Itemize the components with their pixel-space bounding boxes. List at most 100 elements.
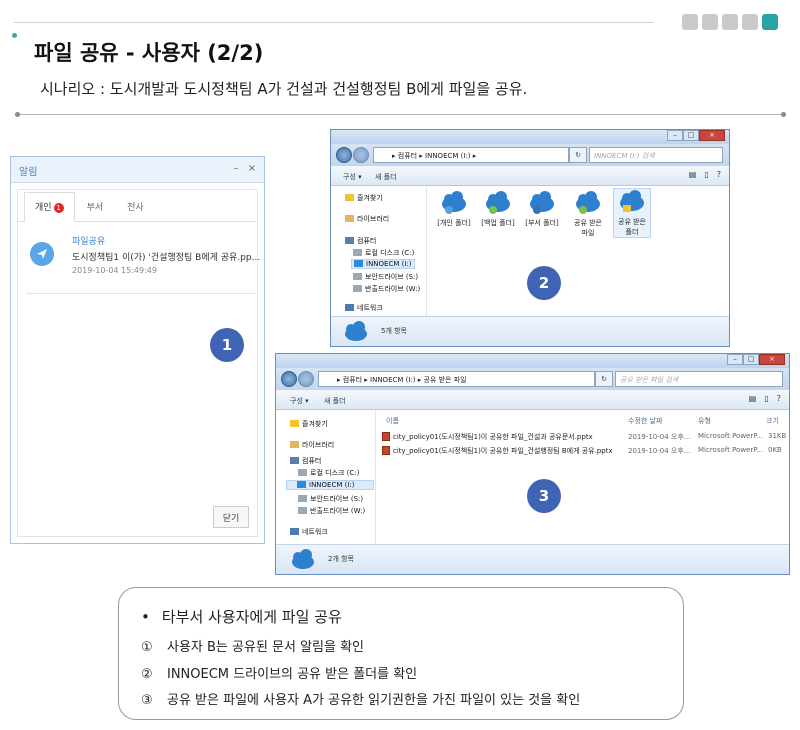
- navigation-pane: 즐겨찾기 라이브러리 컴퓨터 로컬 디스크 (C:) INNOECM (I:) …: [331, 186, 427, 316]
- nav-favorites[interactable]: 즐겨찾기: [345, 193, 383, 203]
- minimize-button[interactable]: –: [234, 163, 239, 174]
- computer-icon: [290, 457, 299, 464]
- divider-dot: [781, 112, 786, 117]
- nav-local-disk[interactable]: 로컬 디스크 (C:): [353, 248, 414, 258]
- nav-favorites[interactable]: 즐겨찾기: [290, 419, 328, 429]
- cloud-folder-icon: [484, 190, 512, 216]
- summary-box: • 타부서 사용자에게 파일 공유 ① 사용자 B는 공유된 문서 알림을 확인 ②…: [118, 587, 684, 720]
- organize-button[interactable]: 구성 ▾: [290, 396, 309, 406]
- window-titlebar: – □ ×: [276, 354, 789, 368]
- disk-icon: [298, 495, 307, 502]
- window-close-button[interactable]: ×: [699, 130, 725, 141]
- column-header-name[interactable]: 이름: [386, 416, 399, 426]
- network-icon: [345, 304, 354, 311]
- status-bar: 5개 항목: [331, 316, 729, 346]
- cloud-drive-icon: [297, 481, 306, 488]
- cloud-folder-icon: [618, 189, 646, 215]
- new-folder-button[interactable]: 새 폴더: [375, 172, 397, 182]
- new-folder-button[interactable]: 새 폴더: [324, 396, 346, 406]
- summary-heading: • 타부서 사용자에게 파일 공유: [141, 608, 342, 626]
- page-title: 파일 공유 - 사용자 (2/2): [34, 41, 264, 65]
- column-header-modified[interactable]: 수정한 날짜: [628, 416, 662, 426]
- star-icon: [290, 420, 299, 427]
- progress-dot: [742, 14, 758, 30]
- nav-libraries[interactable]: 라이브러리: [345, 214, 389, 224]
- address-bar-row: ▸ 컴퓨터 ▸ INNOECM (I:) ▸ ↻ INNOECM (I:) 검색: [331, 144, 729, 166]
- header-rule: [14, 22, 654, 23]
- tab-department[interactable]: 부서: [75, 200, 116, 221]
- tab-company[interactable]: 전사: [115, 200, 156, 221]
- summary-step-2: ② INNOECM 드라이브의 공유 받은 폴더를 확인: [141, 667, 418, 682]
- window-minimize-button[interactable]: –: [727, 354, 743, 365]
- file-row[interactable]: city_policy01(도시정책팀1)이 공유한 파일_건설행정팀 B에게 …: [382, 446, 786, 456]
- divider-dot: [15, 112, 20, 117]
- view-icon[interactable]: ▤: [749, 394, 757, 403]
- back-button[interactable]: [336, 147, 352, 163]
- preview-pane-icon[interactable]: ▯: [704, 170, 708, 179]
- library-icon: [345, 215, 354, 222]
- navigation-pane: 즐겨찾기 라이브러리 컴퓨터 로컬 디스크 (C:) INNOECM (I:) …: [276, 410, 376, 544]
- help-icon[interactable]: ?: [777, 394, 781, 403]
- file-row[interactable]: city_policy01(도시정책팀1)이 공유한 파일_건설과 공유문서.p…: [382, 432, 786, 442]
- nav-network[interactable]: 네트워크: [345, 303, 383, 313]
- folder-personal[interactable]: [개인 폴더]: [435, 190, 473, 228]
- folder-department[interactable]: [부서 폴더]: [523, 190, 561, 228]
- summary-step-3: ③ 공유 받은 파일에 사용자 A가 공유한 읽기권한을 가진 파일이 있는 것을…: [141, 693, 581, 708]
- nav-secure-drive[interactable]: 보안드라이브 (S:): [298, 494, 363, 504]
- network-icon: [290, 528, 299, 535]
- folder-backup[interactable]: [백업 폴더]: [479, 190, 517, 228]
- nav-secure-drive[interactable]: 보안드라이브 (S:): [353, 272, 418, 282]
- nav-computer[interactable]: 컴퓨터: [345, 236, 376, 246]
- notification-item[interactable]: 파일공유 도시정책팀1 이(가) '건설행정팀 B에게 공유.pp... 201…: [26, 234, 260, 294]
- nav-export-drive[interactable]: 반출드라이브 (W:): [353, 284, 420, 294]
- nav-computer[interactable]: 컴퓨터: [290, 456, 321, 466]
- explorer-window-innoecm: – □ × ▸ 컴퓨터 ▸ INNOECM (I:) ▸ ↻ INNOECM (…: [330, 129, 730, 347]
- close-button[interactable]: 닫기: [213, 506, 249, 528]
- cloud-folder-icon: [574, 190, 602, 216]
- window-close-button[interactable]: ×: [759, 354, 785, 365]
- nav-innoecm[interactable]: INNOECM (I:): [351, 259, 415, 269]
- help-icon[interactable]: ?: [717, 170, 721, 179]
- forward-button[interactable]: [298, 371, 314, 387]
- pptx-file-icon: [382, 432, 390, 441]
- step-marker-1: 1: [210, 328, 244, 362]
- nav-local-disk[interactable]: 로컬 디스크 (C:): [298, 468, 359, 478]
- disk-icon: [298, 469, 307, 476]
- nav-libraries[interactable]: 라이브러리: [290, 440, 334, 450]
- folder-shared-files[interactable]: 공유 받은 파일: [569, 190, 607, 238]
- section-divider: [18, 114, 784, 115]
- progress-dot: [682, 14, 698, 30]
- nav-export-drive[interactable]: 반출드라이브 (W:): [298, 506, 365, 516]
- explorer-window-shared-files: – □ × ▸ 컴퓨터 ▸ INNOECM (I:) ▸ 공유 받은 파일 ↻ …: [275, 353, 790, 575]
- refresh-icon[interactable]: ↻: [595, 371, 613, 387]
- notification-message: 도시정책팀1 이(가) '건설행정팀 B에게 공유.pp...: [72, 253, 261, 263]
- tab-personal[interactable]: 개인 1: [24, 192, 75, 222]
- address-field[interactable]: ▸ 컴퓨터 ▸ INNOECM (I:) ▸ 공유 받은 파일: [318, 371, 595, 387]
- progress-dot-active: [762, 14, 778, 30]
- nav-network[interactable]: 네트워크: [290, 527, 328, 537]
- close-icon[interactable]: ×: [248, 163, 256, 174]
- step-marker-3: 3: [527, 479, 561, 513]
- preview-pane-icon[interactable]: ▯: [764, 394, 768, 403]
- folder-shared-folders[interactable]: 공유 받은 폴더: [613, 188, 651, 238]
- back-button[interactable]: [281, 371, 297, 387]
- window-maximize-button[interactable]: □: [743, 354, 759, 365]
- cloud-folder-icon: [528, 190, 556, 216]
- window-maximize-button[interactable]: □: [683, 130, 699, 141]
- search-input[interactable]: INNOECM (I:) 검색: [589, 147, 723, 163]
- column-header-size[interactable]: 크기: [766, 416, 779, 426]
- search-input[interactable]: 공유 받은 파일 검색: [615, 371, 783, 387]
- cloud-drive-icon: [345, 321, 367, 341]
- item-count: 2개 항목: [328, 555, 354, 563]
- unread-badge: 1: [53, 203, 64, 213]
- refresh-icon[interactable]: ↻: [569, 147, 587, 163]
- nav-innoecm[interactable]: INNOECM (I:): [286, 480, 374, 490]
- organize-button[interactable]: 구성 ▾: [343, 172, 362, 182]
- header-dot: [12, 33, 17, 38]
- window-minimize-button[interactable]: –: [667, 130, 683, 141]
- view-icon[interactable]: ▤: [689, 170, 697, 179]
- address-field[interactable]: ▸ 컴퓨터 ▸ INNOECM (I:) ▸: [373, 147, 569, 163]
- column-header-type[interactable]: 유형: [698, 416, 711, 426]
- notification-titlebar: 알림 – ×: [11, 157, 264, 183]
- forward-button[interactable]: [353, 147, 369, 163]
